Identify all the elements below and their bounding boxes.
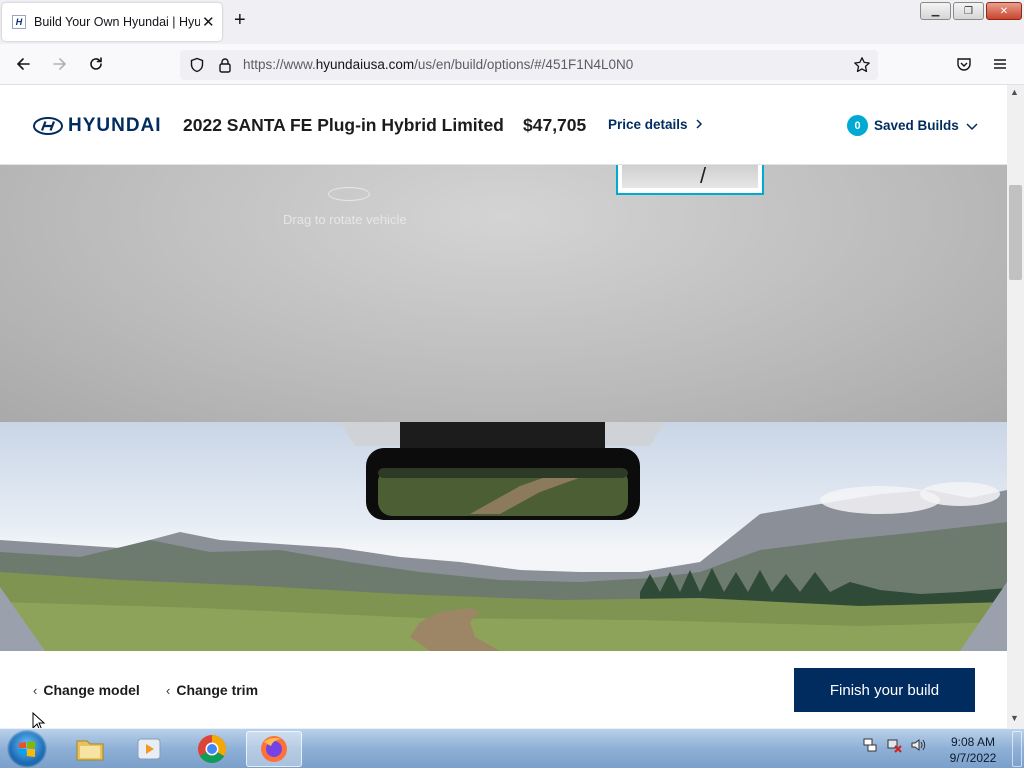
chevron-left-icon: ‹ bbox=[33, 682, 38, 698]
saved-builds-label: Saved Builds bbox=[874, 118, 959, 133]
taskbar-media-player[interactable] bbox=[121, 731, 177, 767]
minimize-button[interactable]: ▁ bbox=[920, 2, 951, 20]
model-title: 2022 SANTA FE Plug-in Hybrid Limited bbox=[183, 115, 504, 135]
price-details-link[interactable]: Price details bbox=[608, 117, 704, 132]
brand-name: HYUNDAI bbox=[68, 115, 162, 136]
scroll-up-icon[interactable]: ▲ bbox=[1010, 87, 1019, 97]
start-button[interactable] bbox=[7, 730, 47, 768]
menu-icon[interactable] bbox=[989, 53, 1011, 75]
firefox-icon bbox=[261, 736, 287, 762]
scene-illustration bbox=[0, 422, 1007, 651]
reload-icon[interactable] bbox=[85, 53, 107, 75]
vehicle-360-viewer[interactable]: Drag to rotate vehicle / bbox=[0, 165, 1007, 422]
url-bar[interactable]: https://www.hyundaiusa.com/us/en/build/o… bbox=[180, 50, 878, 80]
change-model-label: Change model bbox=[43, 682, 140, 698]
rotate-icon bbox=[328, 187, 370, 201]
bookmark-star-icon[interactable] bbox=[851, 54, 873, 76]
scroll-down-icon[interactable]: ▼ bbox=[1010, 713, 1019, 723]
browser-tab[interactable]: H Build Your Own Hyundai | Hyundai ✕ bbox=[2, 3, 222, 41]
scroll-thumb[interactable] bbox=[1009, 185, 1022, 280]
selected-view-thumbnail[interactable]: / bbox=[616, 165, 764, 195]
volume-icon[interactable] bbox=[910, 737, 926, 753]
forward-arrow-icon[interactable] bbox=[49, 53, 71, 75]
show-desktop-button[interactable] bbox=[1012, 731, 1022, 767]
chevron-right-icon bbox=[696, 119, 703, 129]
chrome-icon bbox=[198, 735, 226, 763]
interior-scene-image bbox=[0, 422, 1007, 651]
taskbar-chrome[interactable] bbox=[184, 731, 240, 767]
saved-builds-count: 0 bbox=[847, 115, 868, 136]
clock-date: 9/7/2022 bbox=[949, 751, 997, 765]
change-trim-label: Change trim bbox=[176, 682, 259, 698]
windows-taskbar: 9:08 AM 9/7/2022 bbox=[0, 728, 1024, 768]
clock-time: 9:08 AM bbox=[950, 735, 996, 749]
window-controls: ▁ ❐ ✕ bbox=[920, 2, 1022, 20]
new-tab-icon[interactable]: + bbox=[234, 10, 246, 30]
shield-icon[interactable] bbox=[186, 54, 208, 76]
saved-builds-dropdown[interactable]: 0 Saved Builds bbox=[847, 115, 978, 136]
browser-tab-bar: H Build Your Own Hyundai | Hyundai ✕ + ▁… bbox=[0, 0, 1024, 44]
price-details-label: Price details bbox=[608, 117, 688, 132]
hyundai-favicon-icon: H bbox=[12, 15, 26, 29]
chevron-left-icon: ‹ bbox=[166, 682, 171, 698]
system-tray bbox=[862, 737, 926, 753]
windows-logo-icon bbox=[19, 741, 35, 757]
lock-icon[interactable] bbox=[214, 54, 236, 76]
page-scrollbar[interactable]: ▲ ▼ bbox=[1007, 85, 1024, 728]
total-price: $47,705 bbox=[523, 115, 587, 135]
media-player-icon bbox=[137, 738, 161, 760]
tab-close-icon[interactable]: ✕ bbox=[202, 13, 215, 31]
build-footer-bar: ‹ Change model ‹ Change trim Finish your… bbox=[0, 651, 1007, 728]
network-icon[interactable] bbox=[886, 737, 902, 753]
action-center-icon[interactable] bbox=[862, 737, 878, 753]
change-trim-link[interactable]: ‹ Change trim bbox=[166, 682, 258, 698]
back-arrow-icon[interactable] bbox=[12, 53, 34, 75]
hyundai-logo-icon bbox=[33, 117, 63, 135]
drag-hint: Drag to rotate vehicle bbox=[283, 212, 407, 227]
taskbar-file-explorer[interactable] bbox=[62, 731, 118, 767]
finish-build-button[interactable]: Finish your build bbox=[794, 668, 975, 712]
folder-icon bbox=[76, 740, 104, 761]
taskbar-clock[interactable]: 9:08 AM 9/7/2022 bbox=[940, 734, 1006, 766]
site-header: HYUNDAI 2022 SANTA FE Plug-in Hybrid Lim… bbox=[0, 85, 1007, 165]
thumbnail-detail: / bbox=[700, 165, 707, 188]
url-text: https://www.hyundaiusa.com/us/en/build/o… bbox=[243, 57, 634, 72]
change-model-link[interactable]: ‹ Change model bbox=[33, 682, 140, 698]
taskbar-firefox[interactable] bbox=[246, 731, 302, 767]
chevron-down-icon bbox=[966, 122, 978, 130]
pocket-icon[interactable] bbox=[953, 53, 975, 75]
tab-title: Build Your Own Hyundai | Hyundai bbox=[34, 15, 200, 29]
close-window-button[interactable]: ✕ bbox=[986, 2, 1022, 20]
thumbnail-image: / bbox=[622, 165, 758, 188]
maximize-button[interactable]: ❐ bbox=[953, 2, 984, 20]
browser-nav-bar: https://www.hyundaiusa.com/us/en/build/o… bbox=[0, 44, 1024, 85]
hyundai-logo[interactable]: HYUNDAI bbox=[33, 115, 162, 137]
